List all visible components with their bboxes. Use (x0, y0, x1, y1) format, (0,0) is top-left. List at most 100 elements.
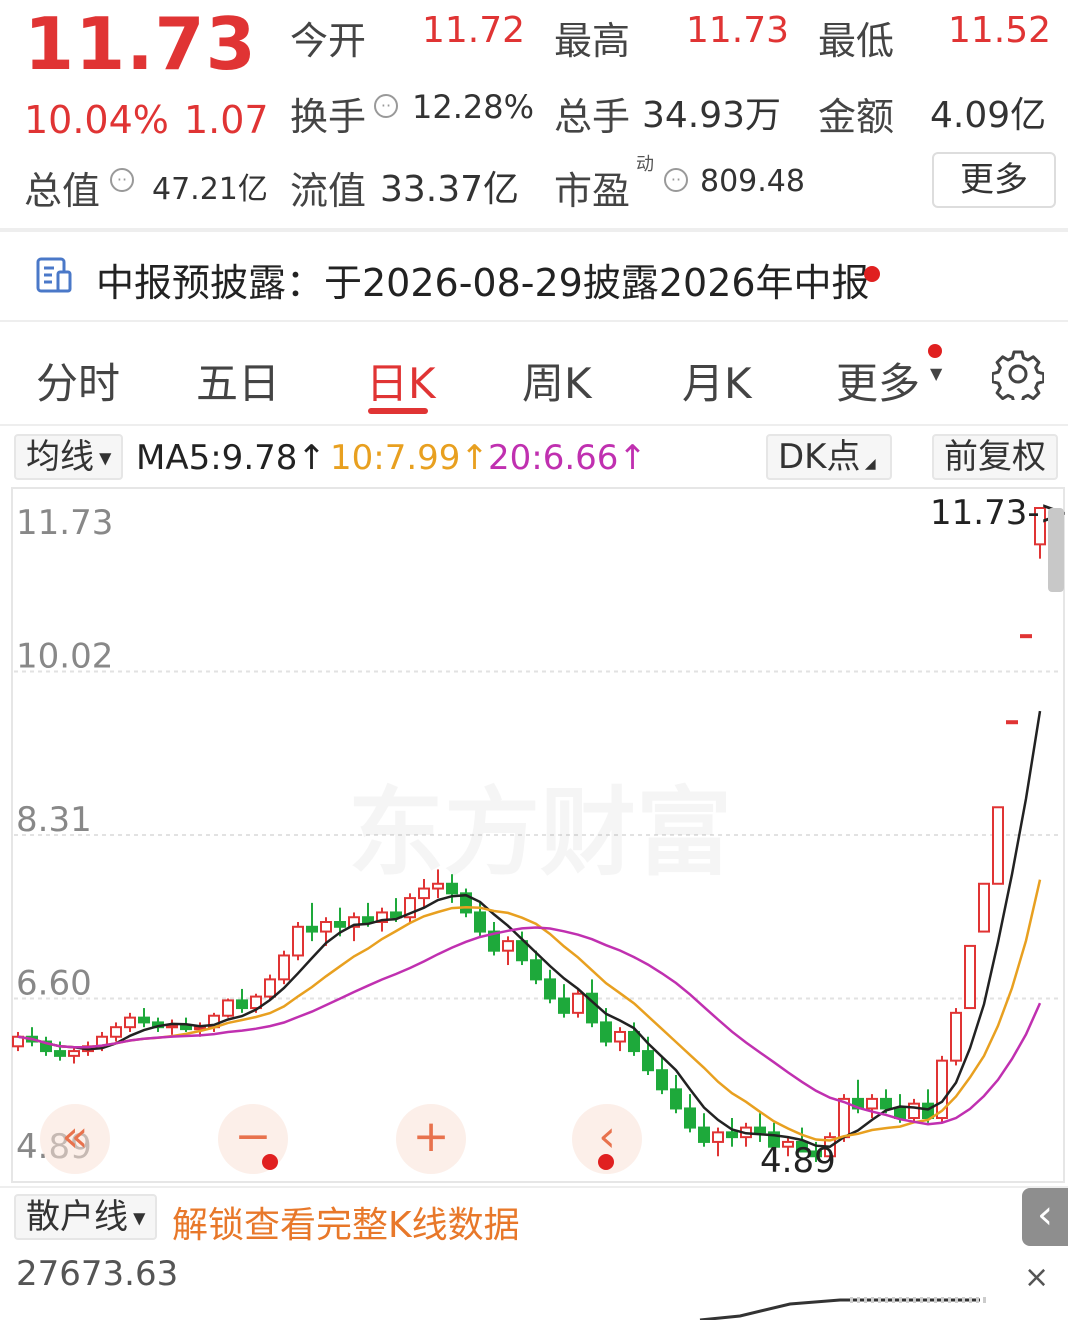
quote-more-button[interactable]: 更多 (932, 152, 1056, 208)
sub-indicator-chart: 27673.63 × (0, 1246, 1068, 1320)
candle-down (236, 999, 248, 1010)
mktcap-label: 总值 (24, 169, 101, 213)
kline-chart-svg[interactable]: 东方财富 11.7310.028.316.604.89 11.73-> 4.89 (0, 486, 1068, 1186)
candle-up (502, 940, 514, 952)
turnover-label: 换手 (290, 95, 367, 139)
candle-down (530, 959, 542, 981)
report-document-icon (36, 257, 72, 293)
mktcap-info-icon[interactable]: ·· (110, 168, 134, 192)
amount-label: 金额 (818, 95, 895, 139)
scroll-left-dot (598, 1154, 614, 1170)
float-label: 流值 (290, 169, 367, 213)
last-price-marker: 11.73-> (930, 493, 1068, 533)
min-price-marker: 4.89 (760, 1141, 836, 1181)
pe-label: 市盈 (554, 169, 631, 213)
ma10-readout: 10:7.99↑ (330, 438, 489, 478)
tab-more[interactable]: 更多 (836, 350, 920, 411)
dk-label: DK点 (778, 437, 861, 477)
notice-unread-dot (864, 266, 880, 282)
candle-down (726, 1131, 738, 1139)
tab-daily-k[interactable]: 日K (366, 350, 436, 411)
dk-corner-icon: ◢ (860, 456, 876, 472)
candle-down (922, 1102, 934, 1120)
candle-down (600, 1021, 612, 1043)
watermark: 东方财富 (348, 777, 732, 889)
candle-down (684, 1107, 696, 1129)
candle-down (894, 1107, 906, 1120)
candle-down (558, 997, 570, 1014)
unlock-kline-link[interactable]: 解锁查看完整K线数据 (172, 1196, 520, 1248)
adjust-selector[interactable]: 前复权 (932, 434, 1058, 480)
turnover-value: 12.28% (412, 88, 535, 126)
pe-superscript: 动 (636, 154, 654, 175)
tab-five-day[interactable]: 五日 (196, 350, 280, 411)
low-value: 11.52 (948, 10, 1052, 51)
tab-intraday[interactable]: 分时 (36, 350, 120, 411)
kline-chart[interactable]: 东方财富 11.7310.028.316.604.89 11.73-> 4.89… (0, 486, 1068, 1186)
ma5-readout: MA5:9.78↑ (136, 438, 326, 478)
open-label: 今开 (290, 19, 367, 63)
tab-monthly-k[interactable]: 月K (682, 350, 752, 411)
candle-up (278, 954, 290, 981)
candle-down (698, 1126, 710, 1143)
candle-down (628, 1030, 640, 1053)
candle-up (978, 882, 990, 933)
sub-indicator-label: 散户线 (26, 1197, 128, 1237)
indicator-bar: 均线 ▼ MA5:9.78↑ 10:7.99↑ 20:6.66↑ DK点 ◢ 前… (0, 430, 1068, 486)
candle-down (670, 1088, 682, 1110)
candle-up (964, 944, 976, 1010)
dk-point-toggle[interactable]: DK点 ◢ (766, 434, 892, 480)
float-value: 33.37亿 (380, 169, 520, 210)
candle-down (306, 925, 318, 933)
candle-up (124, 1016, 136, 1029)
scroll-left-fast-button[interactable]: « (40, 1104, 110, 1174)
ma20-readout: 20:6.66↑ (488, 438, 647, 478)
pe-info-icon[interactable]: ·· (664, 168, 688, 192)
zoom-in-button[interactable]: + (396, 1104, 466, 1174)
candle-up (712, 1131, 724, 1143)
low-label: 最低 (818, 19, 895, 63)
change-amount: 1.07 (184, 98, 269, 142)
candle-down (334, 921, 346, 928)
ma20-value: 20:6.66 (488, 438, 619, 478)
y-tick-label: 8.31 (16, 800, 92, 840)
change-percent: 10.04% (24, 98, 169, 142)
ma-selector[interactable]: 均线 ▼ (14, 434, 124, 480)
report-notice-banner[interactable]: 中报预披露：于2026-08-29披露2026年中报 (0, 232, 1068, 320)
mktcap-value: 47.21亿 (152, 172, 268, 207)
tab-weekly-k[interactable]: 周K (522, 350, 592, 411)
collapse-panel-button[interactable]: ‹ (1022, 1188, 1068, 1246)
candle-up (1006, 720, 1018, 725)
candle-up (110, 1026, 122, 1038)
turnover-info-icon[interactable]: ·· (374, 94, 398, 118)
candle-up (222, 999, 234, 1017)
candle-up (866, 1097, 878, 1110)
ma20-up-arrow-icon: ↑ (618, 438, 647, 478)
candle-down (54, 1050, 66, 1057)
candle-down (446, 882, 458, 895)
period-tabs: 分时 五日 日K 周K 月K 更多 ▼ (0, 322, 1068, 426)
candle-down (138, 1016, 150, 1024)
y-tick-label: 11.73 (16, 503, 113, 543)
candle-up (432, 882, 444, 890)
candle-down (642, 1050, 654, 1072)
settings-gear-icon[interactable] (992, 348, 1044, 400)
candle-down (474, 911, 486, 933)
sub-indicator-line (699, 1297, 990, 1320)
candle-down (656, 1069, 668, 1091)
candle-down (362, 916, 374, 924)
last-price: 11.73 (24, 2, 257, 86)
notice-text: 中报预披露：于2026-08-29披露2026年中报 (96, 261, 870, 305)
candle-up (950, 1011, 962, 1062)
chart-scrollbar[interactable] (1048, 508, 1064, 592)
candle-up (614, 1030, 626, 1043)
candle-up (418, 887, 430, 900)
ma-caret-icon: ▼ (94, 448, 112, 468)
candle-up (68, 1050, 80, 1057)
volume-label: 总手 (554, 95, 631, 139)
sub-caret-icon: ▼ (128, 1208, 146, 1228)
sub-indicator-selector[interactable]: 散户线 ▼ (14, 1194, 158, 1240)
close-icon[interactable]: × (1024, 1260, 1049, 1295)
candle-up (572, 992, 584, 1014)
quote-panel: 11.73 10.04% 1.07 今开 11.72 最高 11.73 最低 1… (0, 0, 1068, 228)
